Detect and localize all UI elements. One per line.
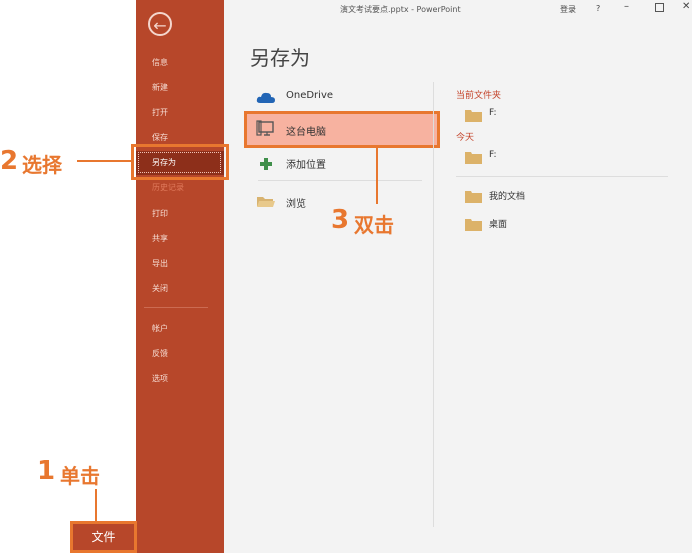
menu-export[interactable]: 导出	[152, 258, 168, 270]
step2-number: 2	[0, 146, 19, 176]
desktop-folder-item[interactable]: 桌面	[489, 217, 507, 230]
step3-number: 3	[331, 205, 350, 235]
step2-highlight-box	[131, 144, 229, 180]
menu-open[interactable]: 打开	[152, 107, 168, 119]
menu-history[interactable]: 历史记录	[152, 182, 184, 194]
help-button[interactable]: ?	[596, 4, 600, 13]
menu-info[interactable]: 信息	[152, 57, 168, 69]
plus-icon	[259, 156, 273, 170]
menu-account[interactable]: 帐户	[152, 323, 168, 335]
folder-icon	[465, 216, 482, 231]
step2-label: 选择	[22, 153, 62, 177]
menu-save[interactable]: 保存	[152, 132, 168, 144]
menu-share[interactable]: 共享	[152, 233, 168, 245]
menu-feedback[interactable]: 反馈	[152, 348, 168, 360]
computer-monitor-icon	[256, 120, 276, 138]
location-this-pc-label: 这台电脑	[286, 127, 326, 138]
maximize-button[interactable]	[655, 3, 664, 12]
today-heading: 今天	[456, 133, 475, 143]
step1-label: 单击	[60, 464, 100, 488]
locations-divider	[258, 180, 422, 181]
folder-icon	[465, 188, 482, 203]
menu-divider	[144, 307, 208, 308]
open-folder-icon	[256, 193, 276, 207]
today-folder-item[interactable]: F:	[489, 150, 497, 160]
location-onedrive[interactable]: OneDrive	[286, 90, 333, 101]
menu-options[interactable]: 选项	[152, 373, 168, 385]
step3-label: 双击	[354, 213, 394, 237]
page-title: 另存为	[250, 46, 310, 70]
step1-number: 1	[37, 456, 56, 486]
folder-icon	[465, 107, 482, 122]
minimize-button[interactable]: –	[624, 1, 629, 12]
menu-new[interactable]: 新建	[152, 82, 168, 94]
column-divider	[433, 82, 434, 527]
current-folder-heading: 当前文件夹	[456, 91, 502, 101]
save-as-pane	[224, 0, 692, 553]
location-add-place[interactable]: 添加位置	[286, 156, 326, 171]
current-folder-item[interactable]: F:	[489, 108, 497, 118]
step1-connector-line	[95, 489, 97, 521]
login-link[interactable]: 登录	[560, 4, 576, 15]
back-arrow-icon[interactable]: ←	[148, 12, 172, 36]
file-tab-button[interactable]: 文件	[70, 521, 137, 553]
backstage-menu	[136, 0, 224, 553]
close-button[interactable]: ✕	[682, 1, 690, 12]
menu-print[interactable]: 打印	[152, 208, 168, 220]
folder-icon	[465, 149, 482, 164]
step3-connector-line	[376, 148, 378, 204]
menu-close[interactable]: 关闭	[152, 283, 168, 295]
location-browse[interactable]: 浏览	[286, 195, 306, 210]
window-title: 演文考试要点.pptx - PowerPoint	[340, 5, 461, 14]
folders-divider	[456, 176, 668, 177]
step2-connector-line	[77, 160, 133, 162]
documents-folder-item[interactable]: 我的文档	[489, 189, 525, 202]
onedrive-cloud-icon	[256, 89, 276, 103]
